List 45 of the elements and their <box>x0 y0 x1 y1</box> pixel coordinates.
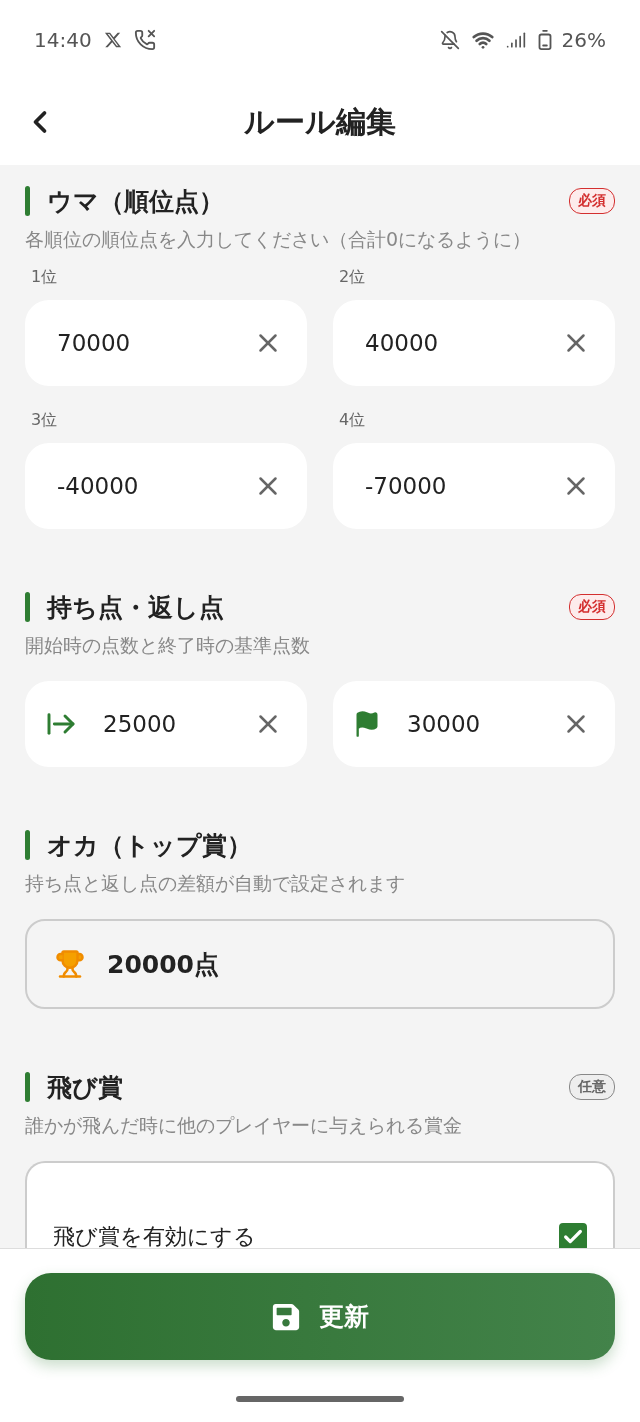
input-field[interactable]: 40000 <box>333 300 615 386</box>
section-title: オカ（トップ賞） <box>47 829 253 862</box>
section-title: 飛び賞 <box>47 1071 124 1104</box>
input-field[interactable]: 30000 <box>333 681 615 767</box>
save-icon <box>271 1301 301 1332</box>
checkbox[interactable] <box>559 1223 587 1248</box>
field-value: 40000 <box>365 330 440 356</box>
signal-icon <box>505 30 526 50</box>
input-field[interactable]: -70000 <box>333 443 615 529</box>
update-button[interactable]: 更新 <box>25 1273 615 1360</box>
field-value: 70000 <box>57 330 132 356</box>
rank-label: 3位 <box>31 410 59 431</box>
required-badge: 必須 <box>569 188 615 214</box>
x-logo-icon <box>103 31 122 49</box>
section-accent-bar <box>25 592 30 622</box>
field-value: 25000 <box>103 711 178 737</box>
status-time: 14:40 <box>34 28 92 52</box>
input-field[interactable]: 25000 <box>25 681 307 767</box>
section-description: 開始時の点数と終了時の基準点数 <box>25 633 311 658</box>
section-title: 持ち点・返し点 <box>47 591 225 624</box>
input-field[interactable]: 70000 <box>25 300 307 386</box>
page-title: ルール編集 <box>244 103 396 141</box>
field-value: -70000 <box>365 473 448 499</box>
trophy-icon <box>55 949 85 979</box>
missed-call-icon <box>133 29 156 51</box>
section-accent-bar <box>25 830 30 860</box>
section-description: 誰かが飛んだ時に他のプレイヤーに与えられる賞金 <box>25 1113 463 1138</box>
section-description: 持ち点と返し点の差額が自動で設定されます <box>25 871 406 896</box>
section-description: 各順位の順位点を入力してください（合計0になるように） <box>25 227 533 252</box>
toggle-label: 飛び賞を有効にする <box>53 1223 257 1248</box>
section-accent-bar <box>25 1072 30 1102</box>
wifi-icon <box>471 29 494 51</box>
battery-percent: 26% <box>561 28 606 52</box>
field-value: -40000 <box>57 473 140 499</box>
required-badge: 必須 <box>569 594 615 620</box>
muted-icon <box>439 30 460 50</box>
section-accent-bar <box>25 186 30 216</box>
section-title: ウマ（順位点） <box>47 185 225 218</box>
rank-label: 2位 <box>339 267 367 288</box>
optional-badge: 任意 <box>569 1074 615 1100</box>
oka-value: 20000点 <box>107 948 219 981</box>
rank-label: 4位 <box>339 410 367 431</box>
rank-label: 1位 <box>31 267 59 288</box>
field-value: 30000 <box>407 711 482 737</box>
input-field[interactable]: -40000 <box>25 443 307 529</box>
